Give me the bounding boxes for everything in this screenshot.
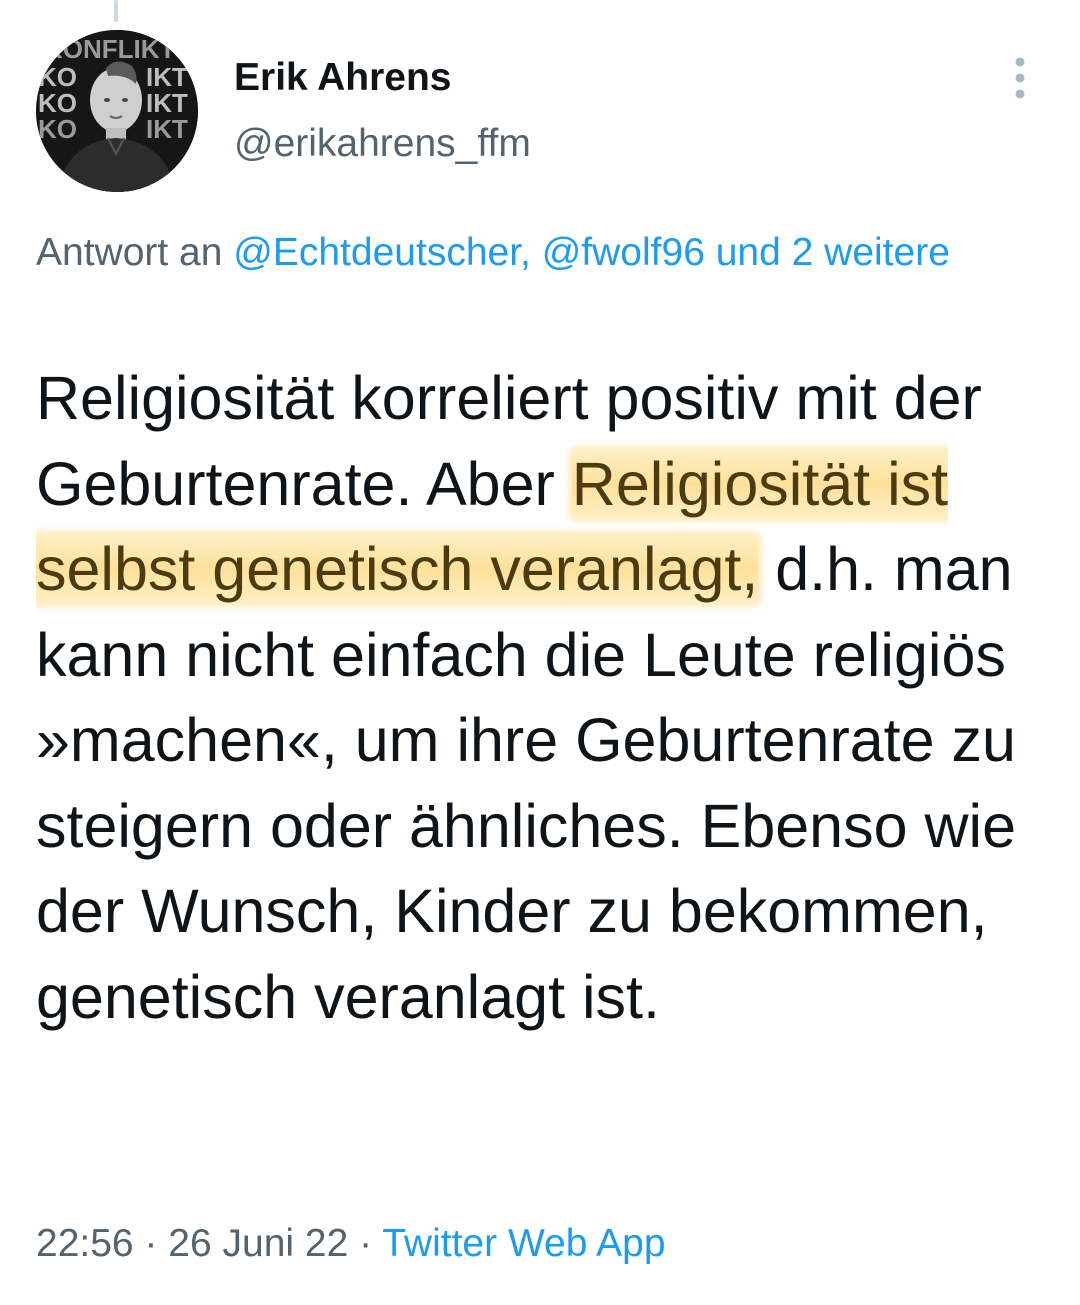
mention-fwolf96-link[interactable]: @fwolf96 bbox=[542, 231, 705, 274]
reply-context: Antwort an @Echtdeutscher, @fwolf96 und … bbox=[36, 222, 1036, 284]
svg-text:IKT: IKT bbox=[146, 114, 188, 144]
tweet-metadata: 22:56 · 26 Juni 22 · Twitter Web App bbox=[36, 1222, 666, 1266]
meta-separator: · bbox=[144, 1222, 158, 1265]
avatar-image: KONFLIKT KO IKT KO IKT KO IKT bbox=[36, 30, 198, 192]
avatar[interactable]: KONFLIKT KO IKT KO IKT KO IKT bbox=[36, 30, 198, 192]
mention-echtdeutscher-link[interactable]: @Echtdeutscher, bbox=[233, 231, 531, 274]
more-options-icon[interactable] bbox=[1004, 56, 1036, 100]
more-mentions-link[interactable]: und 2 weitere bbox=[716, 231, 950, 274]
reply-prefix: Antwort an bbox=[36, 231, 234, 274]
tweet-time[interactable]: 22:56 bbox=[36, 1222, 134, 1265]
thread-connector-line bbox=[114, 0, 118, 22]
author-handle[interactable]: @erikahrens_ffm bbox=[234, 122, 531, 166]
tweet-text-part-2: d.h. man kann nicht einfach die Leute re… bbox=[36, 535, 1016, 1031]
meta-separator-2: · bbox=[359, 1222, 373, 1265]
avatar-logo-text: KONFLIKT bbox=[44, 34, 176, 64]
tweet-source-link[interactable]: Twitter Web App bbox=[382, 1222, 665, 1265]
tweet-text: Religiosität korreliert positiv mit der … bbox=[36, 356, 1046, 1040]
author-name[interactable]: Erik Ahrens bbox=[234, 56, 451, 100]
svg-text:KO: KO bbox=[38, 114, 77, 144]
tweet-date[interactable]: 26 Juni 22 bbox=[168, 1222, 348, 1265]
